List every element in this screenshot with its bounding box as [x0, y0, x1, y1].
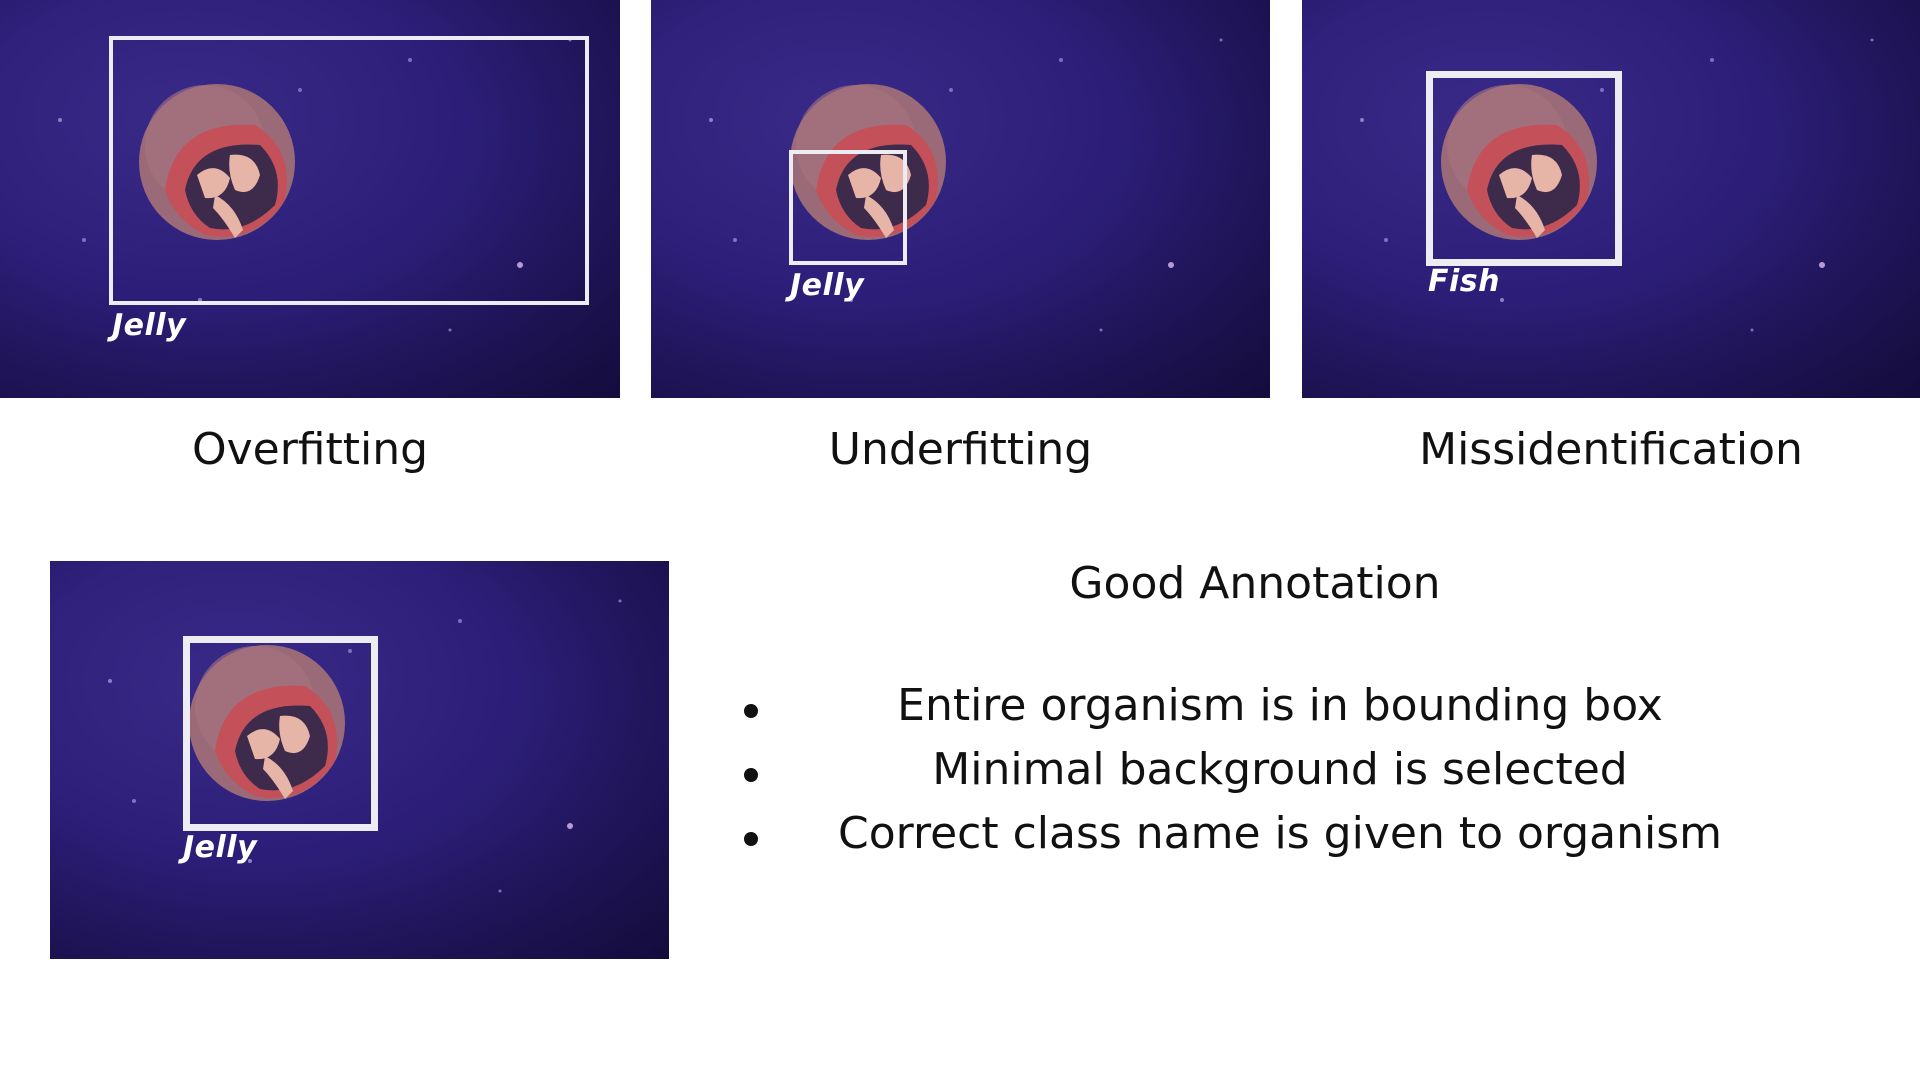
class-label: Fish [1428, 264, 1500, 299]
class-label: Jelly [790, 268, 865, 303]
bullet-dot-icon [744, 704, 758, 718]
bounding-box [789, 150, 907, 265]
class-label: Jelly [183, 830, 258, 865]
bullet-dot-icon [744, 832, 758, 846]
overfitting-image-panel: Jelly [0, 0, 620, 398]
good-annotation-title: Good Annotation [1069, 558, 1441, 609]
list-item-text: Correct class name is given to organism [837, 808, 1723, 859]
good-annotation-image-panel: Jelly [50, 561, 669, 959]
panel-caption: Overfitting [191, 424, 429, 475]
bullet-dot-icon [744, 768, 758, 782]
bounding-box [109, 36, 589, 305]
list-item: Correct class name is given to organism [720, 808, 1800, 872]
list-item: Minimal background is selected [720, 744, 1800, 808]
list-item-text: Entire organism is in bounding box [897, 680, 1663, 731]
bounding-box [1426, 71, 1622, 266]
bounding-box [183, 636, 378, 831]
underfitting-image-panel: Jelly [651, 0, 1270, 398]
class-label: Jelly [112, 308, 187, 343]
missidentification-image-panel: Fish [1302, 0, 1920, 398]
panel-caption: Missidentification [1419, 424, 1803, 475]
list-item: Entire organism is in bounding box [720, 680, 1800, 744]
good-annotation-list: Entire organism is in bounding box Minim… [720, 680, 1800, 872]
list-item-text: Minimal background is selected [932, 744, 1628, 795]
panel-caption: Underfitting [828, 424, 1093, 475]
